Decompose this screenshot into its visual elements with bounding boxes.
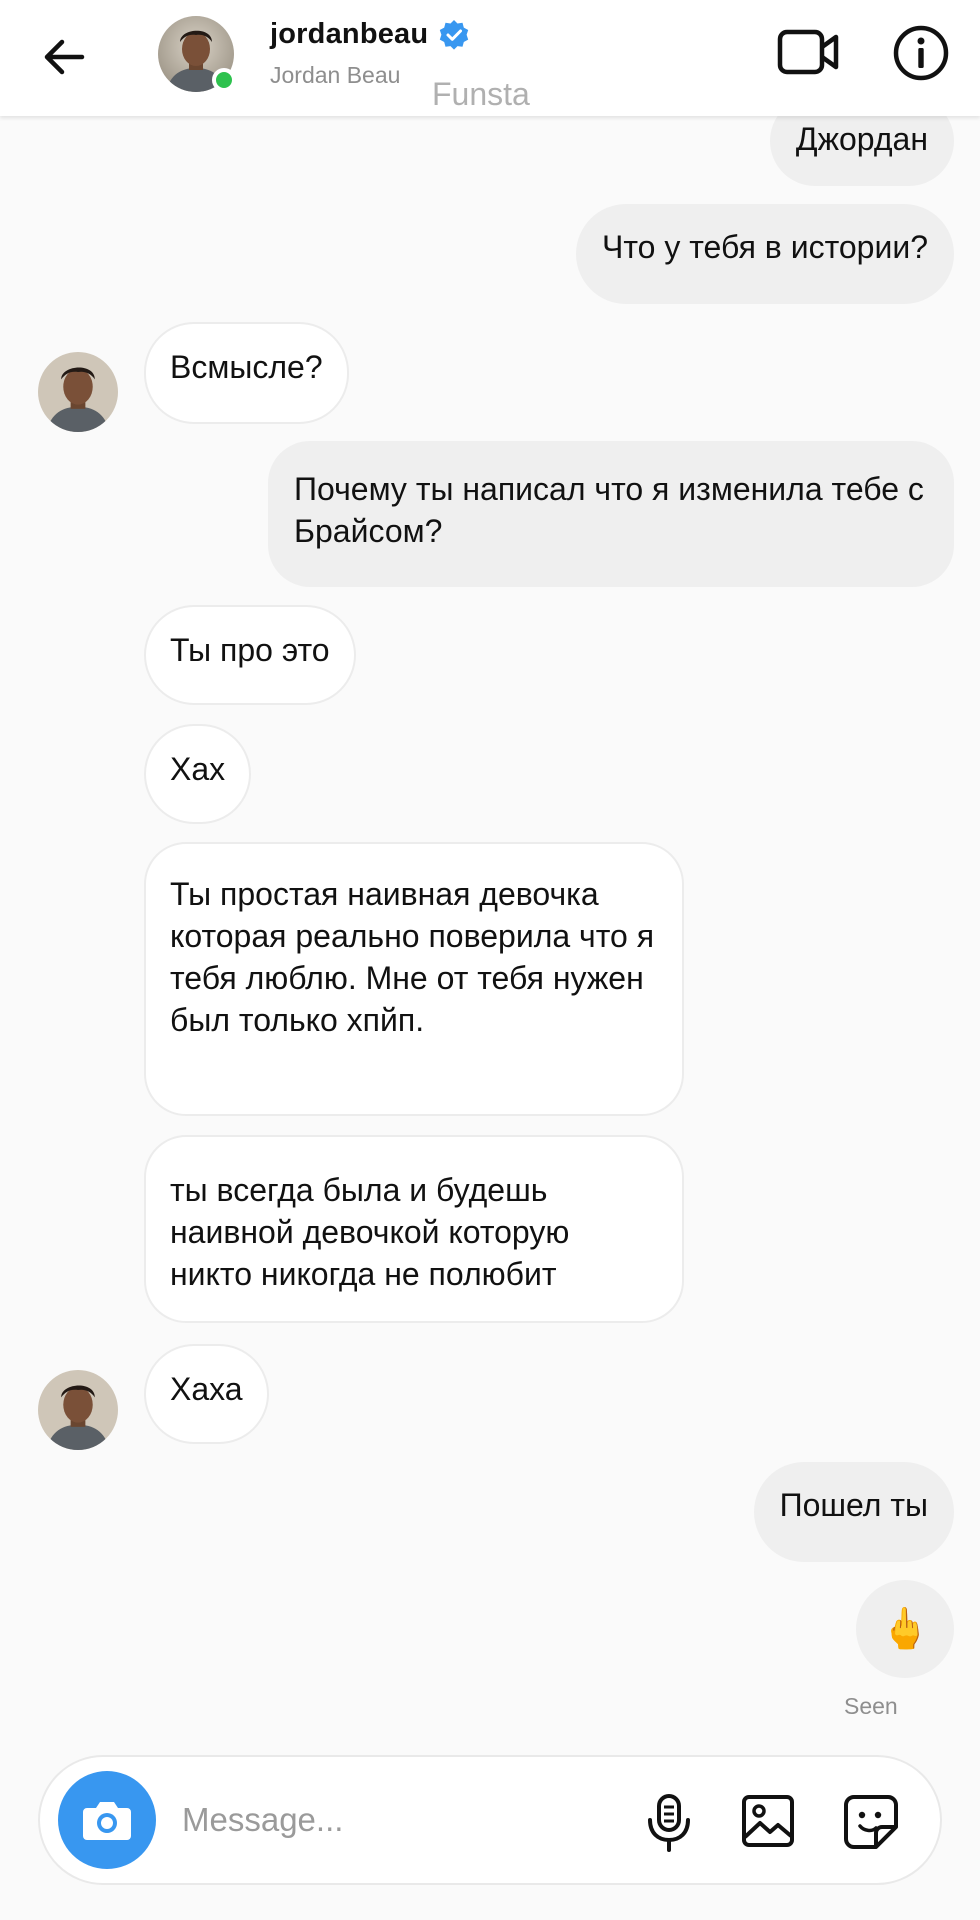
voice-message-button[interactable] — [644, 1793, 694, 1853]
gallery-button[interactable] — [740, 1793, 796, 1849]
message-bubble-received[interactable]: Хах — [144, 724, 252, 824]
username[interactable]: jordanbeau — [270, 18, 428, 51]
verified-badge-icon — [440, 19, 469, 50]
message-bubble-received[interactable]: Ты про это — [144, 605, 356, 705]
message-bubble-received[interactable]: Ты простая наивная девочка которая реаль… — [144, 842, 684, 1116]
info-button[interactable] — [892, 24, 950, 82]
info-icon — [893, 25, 949, 81]
video-call-icon — [777, 29, 839, 75]
seen-status: Seen — [844, 1693, 898, 1719]
message-input[interactable] — [180, 1787, 544, 1853]
emoji-message[interactable]: 🖕 — [856, 1580, 954, 1678]
message-composer — [38, 1755, 942, 1885]
message-bubble-received[interactable]: Всмысле? — [144, 322, 349, 424]
message-bubble-received[interactable]: Хаха — [144, 1344, 269, 1444]
online-indicator — [212, 68, 236, 92]
username-row: jordanbeau — [270, 18, 470, 51]
gallery-icon — [742, 1795, 794, 1847]
full-name: Jordan Beau — [270, 62, 401, 88]
avatar[interactable] — [38, 352, 118, 432]
chat-header: jordanbeau Jordan Beau Funsta — [0, 0, 980, 116]
sticker-button[interactable] — [842, 1793, 900, 1851]
message-bubble-received[interactable]: ты всегда была и будешь наивной девочкой… — [144, 1135, 684, 1323]
header-avatar[interactable] — [158, 16, 236, 92]
watermark-text: Funsta — [432, 76, 530, 112]
back-arrow-icon — [44, 39, 85, 75]
message-bubble-sent[interactable]: Пошел ты — [753, 1462, 954, 1562]
video-call-button[interactable] — [774, 22, 844, 82]
avatar[interactable] — [38, 1370, 118, 1450]
back-button[interactable] — [38, 30, 92, 84]
camera-button[interactable] — [58, 1771, 156, 1869]
camera-icon — [83, 1802, 131, 1840]
message-bubble-sent[interactable]: Что у тебя в истории? — [576, 204, 954, 304]
message-bubble-sent[interactable]: Почему ты написал что я изменила тебе с … — [268, 441, 954, 587]
microphone-icon — [648, 1794, 690, 1852]
sticker-icon — [844, 1795, 898, 1849]
